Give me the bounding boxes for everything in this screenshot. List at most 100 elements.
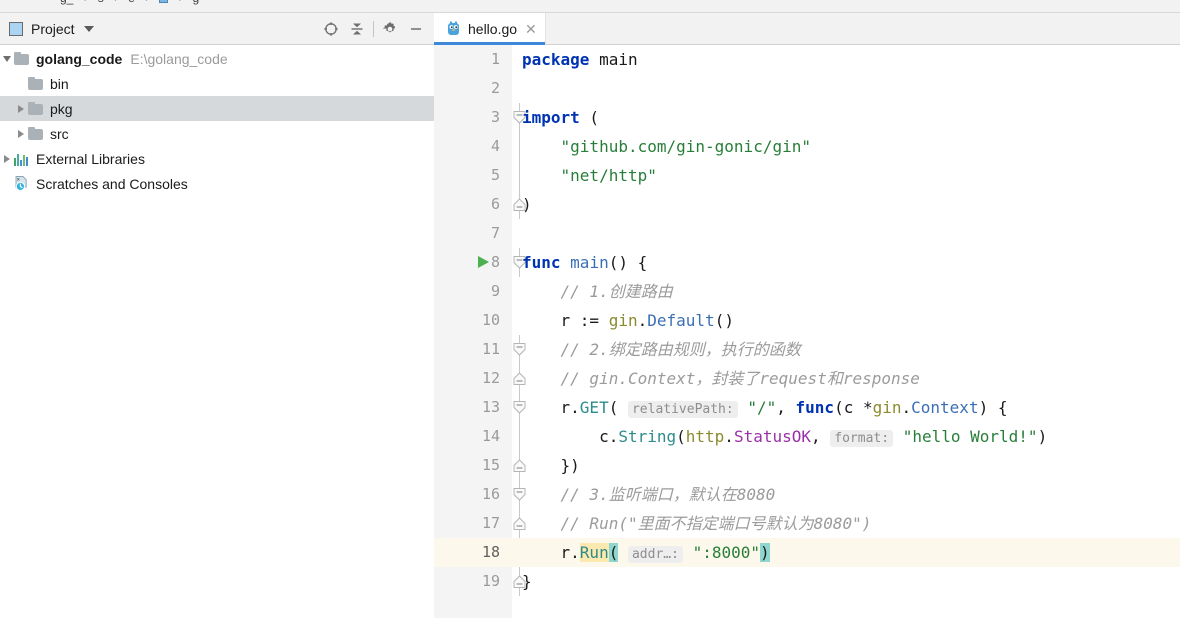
code-line[interactable]: 6) <box>434 190 1180 219</box>
tree-item-bin[interactable]: bin <box>0 71 434 96</box>
project-tree[interactable]: golang_code E:\golang_code bin pkg src Extern… <box>0 46 434 618</box>
code-line[interactable]: 15 }) <box>434 451 1180 480</box>
code-token: ) { <box>978 398 1008 417</box>
folder-icon <box>28 127 44 140</box>
breadcrumb-separator: › <box>178 0 182 5</box>
breadcrumb-separator: › <box>84 0 88 5</box>
library-bar <box>14 157 16 166</box>
code-token: // 2.绑定路由规则，执行的函数 <box>522 340 801 359</box>
chevron-down-icon[interactable] <box>83 25 94 32</box>
line-number: 11 <box>481 340 500 358</box>
code-token: // 3.监听端口，默认在8080 <box>522 485 776 504</box>
code-token: ) <box>1037 427 1048 446</box>
code-editor[interactable]: 1 package main 2 3 import (4 "github.com/gin… <box>434 45 1180 618</box>
code-token: ) <box>522 195 532 214</box>
fold-region-line <box>519 161 520 190</box>
code-line[interactable]: 12 // gin.Context，封装了request和response <box>434 364 1180 393</box>
code-token: . <box>901 398 912 417</box>
tree-item-pkg[interactable]: pkg <box>0 96 434 121</box>
code-line[interactable]: 9 // 1.创建路由 <box>434 277 1180 306</box>
code-text: // 1.创建路由 <box>522 277 673 306</box>
code-token: r := <box>522 311 609 330</box>
tree-item-golang-code[interactable]: golang_code E:\golang_code <box>0 46 434 71</box>
code-token: "/" <box>747 398 777 417</box>
close-icon[interactable]: ✕ <box>525 22 537 36</box>
code-line[interactable]: 17 // Run("里面不指定端口号默认为8080") <box>434 509 1180 538</box>
code-token: "hello World!" <box>902 427 1038 446</box>
code-line[interactable]: 11 // 2.绑定路由规则，执行的函数 <box>434 335 1180 364</box>
code-line[interactable]: 16 // 3.监听端口，默认在8080 <box>434 480 1180 509</box>
tree-item-label: pkg <box>50 100 73 117</box>
collapse-all-icon[interactable] <box>344 16 370 42</box>
breadcrumb-item-2[interactable]: e <box>128 0 135 5</box>
line-number: 14 <box>481 427 500 445</box>
code-token: "net/http" <box>560 166 657 185</box>
chevron-right-icon[interactable] <box>0 146 14 171</box>
code-token: main <box>599 50 638 69</box>
code-text: // gin.Context，封装了request和response <box>522 364 920 393</box>
fold-region-line <box>519 132 520 161</box>
breadcrumb-item-1[interactable]: s <box>98 0 104 5</box>
code-token: main <box>570 253 609 272</box>
folder-icon <box>14 52 30 65</box>
code-token: ( <box>579 108 600 127</box>
tree-item-label: golang_code <box>36 50 123 67</box>
code-line[interactable]: 8 func main() { <box>434 248 1180 277</box>
code-line[interactable]: 2 <box>434 74 1180 103</box>
code-line[interactable]: 19} <box>434 567 1180 596</box>
tree-item-src[interactable]: src <box>0 121 434 146</box>
code-token: StatusOK <box>733 427 811 446</box>
breadcrumb: g_ › s › e › › g <box>0 0 1180 13</box>
code-token: () { <box>608 253 648 272</box>
code-token: r. <box>522 543 580 562</box>
tree-item-label: External Libraries <box>36 150 145 167</box>
code-line[interactable]: 7 <box>434 219 1180 248</box>
tree-item-external-libraries[interactable]: External Libraries <box>0 146 434 171</box>
code-text: }) <box>522 451 580 480</box>
breadcrumb-item-4[interactable]: g <box>192 0 199 5</box>
tab-hello-go[interactable]: hello.go ✕ <box>434 13 546 45</box>
tree-arrow-placeholder <box>0 171 14 196</box>
breadcrumb-item-0[interactable]: g_ <box>60 0 73 5</box>
tree-item-scratches-and-consoles[interactable]: Scratches and Consoles <box>0 171 434 196</box>
line-number: 8 <box>490 253 500 271</box>
gear-icon[interactable] <box>377 16 403 42</box>
run-gutter-icon[interactable] <box>478 256 489 268</box>
code-line[interactable]: 13 r.GET( relativePath: "/", func(c *gin… <box>434 393 1180 422</box>
line-number: 12 <box>481 369 500 387</box>
project-pane-actions <box>318 16 434 42</box>
code-token: package <box>522 50 590 69</box>
code-line[interactable]: 18 r.Run( addr…: ":8000") <box>434 538 1180 567</box>
line-number: 17 <box>481 514 500 532</box>
minimize-icon[interactable] <box>403 16 429 42</box>
breadcrumb-file-icon <box>159 0 169 3</box>
code-token: (c * <box>834 398 873 417</box>
code-line[interactable]: 1 package main <box>434 45 1180 74</box>
code-line[interactable]: 3 import ( <box>434 103 1180 132</box>
breadcrumb-separator: › <box>145 0 149 5</box>
locate-file-icon[interactable] <box>318 16 344 42</box>
library-icon <box>14 152 30 166</box>
code-text: "github.com/gin-gonic/gin" <box>522 132 811 161</box>
code-line[interactable]: 10 r := gin.Default() <box>434 306 1180 335</box>
code-token: ( <box>608 543 619 562</box>
code-token: } <box>522 572 532 591</box>
project-pane-title-group[interactable]: Project <box>9 21 94 37</box>
code-line[interactable]: 4 "github.com/gin-gonic/gin" <box>434 132 1180 161</box>
code-line[interactable]: 5 "net/http" <box>434 161 1180 190</box>
code-line[interactable]: 14 c.String(http.StatusOK, format: "hell… <box>434 422 1180 451</box>
code-token: () <box>714 311 734 330</box>
code-token: , <box>776 398 796 417</box>
chevron-right-icon[interactable] <box>14 96 28 121</box>
breadcrumb-separator: › <box>114 0 118 5</box>
tree-item-label: Scratches and Consoles <box>36 175 188 192</box>
code-token: Run <box>579 543 609 562</box>
chevron-right-icon[interactable] <box>14 121 28 146</box>
code-token: . <box>637 311 648 330</box>
folder-icon <box>28 102 44 115</box>
chevron-down-icon[interactable] <box>0 46 14 71</box>
library-bar <box>26 156 28 166</box>
